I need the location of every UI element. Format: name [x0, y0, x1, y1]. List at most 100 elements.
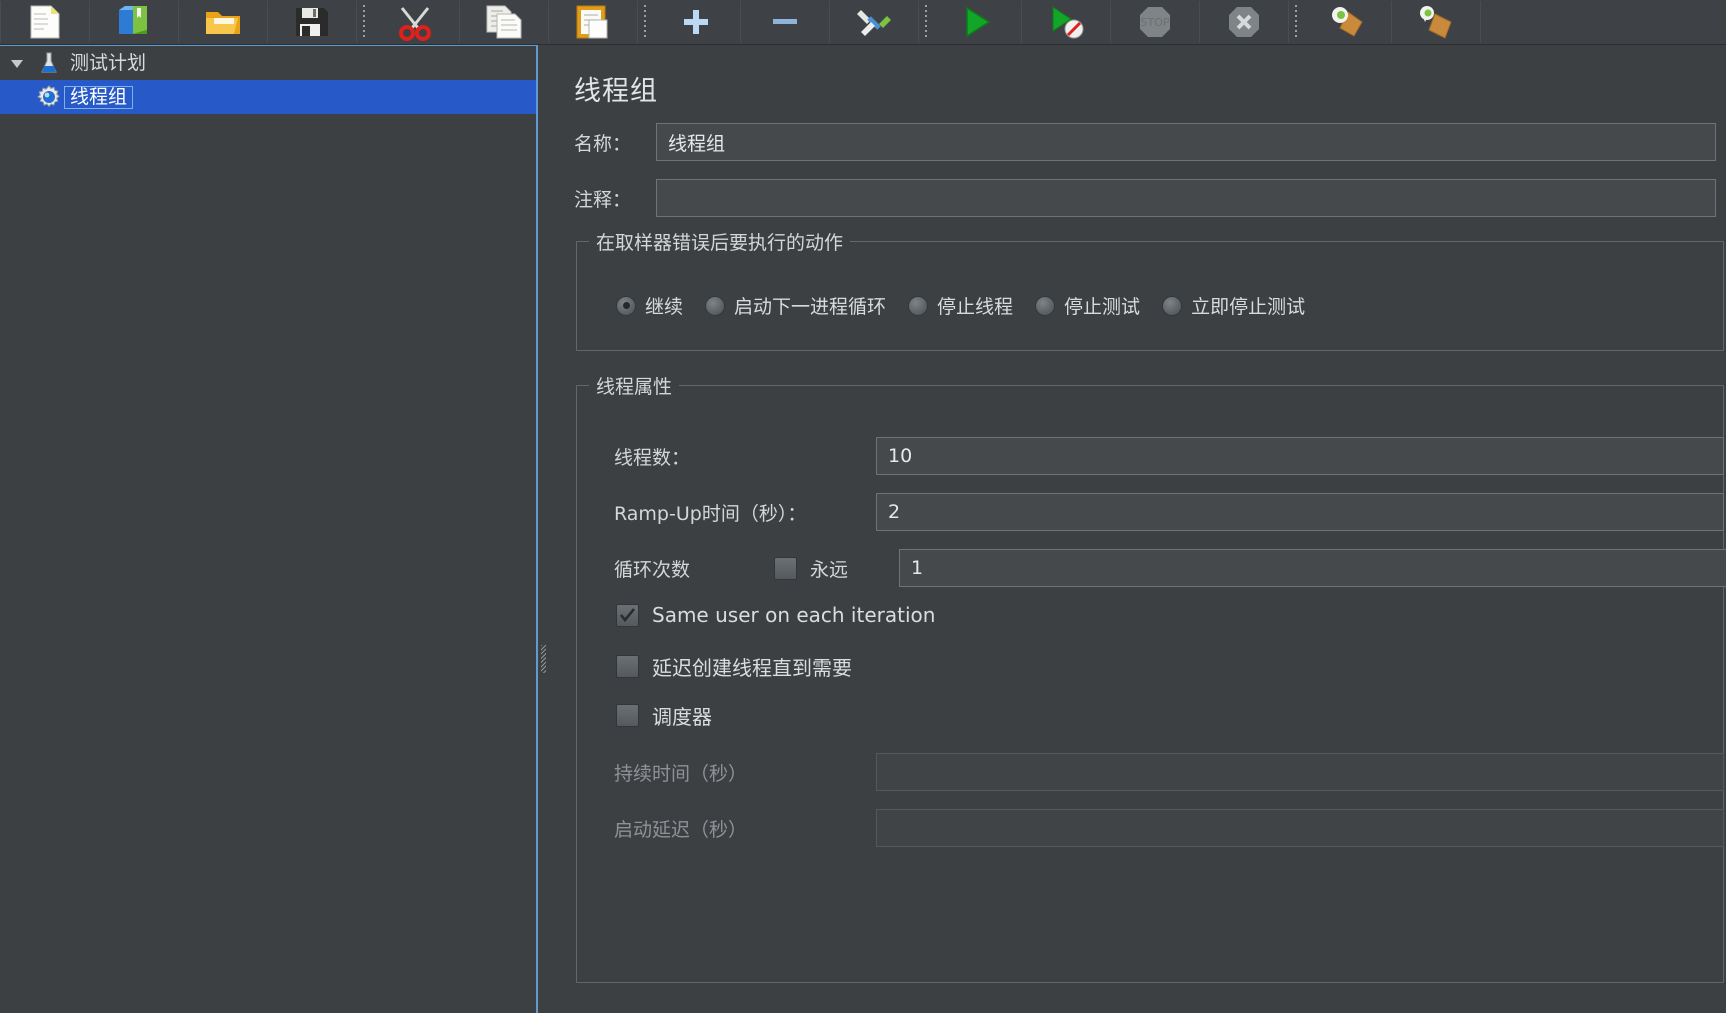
start-button[interactable]	[933, 1, 1022, 43]
thread-group-config-panel: 线程组 名称： 线程组 注释： 在取样器错误后要执行的动作 继续 启动下一进程循…	[548, 45, 1726, 1012]
radio-label: 停止线程	[937, 296, 1014, 318]
tree-node-label: 测试计划	[70, 51, 147, 74]
svg-text:STOP: STOP	[1141, 16, 1170, 29]
radio-dot-icon	[1162, 295, 1183, 316]
clear-all-brush-icon	[1413, 2, 1459, 42]
loop-count-label: 循环次数	[614, 558, 691, 581]
tree-node-thread-group[interactable]: 线程组	[0, 80, 536, 114]
new-test-plan-button[interactable]	[0, 1, 90, 43]
radio-stop-test[interactable]: 停止测试	[1035, 292, 1140, 319]
forever-label: 永远	[810, 558, 849, 581]
threads-label: 线程数：	[614, 446, 691, 469]
cut-button[interactable]	[371, 1, 460, 43]
open-button[interactable]	[179, 1, 268, 43]
toolbar-separator-4	[1289, 1, 1303, 43]
radio-dot-icon	[616, 295, 636, 316]
delayed-start-label: 延迟创建线程直到需要	[652, 656, 852, 680]
new-document-icon	[22, 2, 68, 42]
test-plan-tree[interactable]: 测试计划 线程组	[0, 45, 538, 1013]
paste-button[interactable]	[549, 1, 638, 43]
radio-dot-icon	[705, 295, 726, 316]
same-user-row[interactable]: Same user on each iteration	[616, 603, 935, 627]
startup-delay-input	[876, 809, 1724, 847]
thread-properties-title: 线程属性	[589, 372, 680, 399]
expand-collapse-triangle-icon[interactable]	[0, 54, 34, 72]
clear-button[interactable]	[1303, 1, 1392, 43]
plus-icon	[673, 2, 719, 42]
clear-brush-icon	[1324, 2, 1370, 42]
scheduler-checkbox[interactable]	[616, 704, 639, 727]
shutdown-button	[1200, 1, 1289, 43]
radio-label: 继续	[645, 296, 684, 318]
start-play-icon	[954, 2, 1000, 42]
page-title: 线程组	[574, 76, 658, 107]
radio-dot-icon	[1035, 295, 1056, 316]
loop-count-input[interactable]: 1	[899, 549, 1726, 587]
toggle-pin-icon	[851, 2, 897, 42]
tree-node-label: 线程组	[64, 85, 134, 109]
toggle-button[interactable]	[830, 1, 919, 43]
test-plan-flask-icon	[34, 51, 64, 75]
toolbar-separator-2	[638, 1, 652, 43]
tree-node-test-plan[interactable]: 测试计划	[0, 46, 536, 80]
comment-row: 注释：	[574, 179, 1724, 217]
scheduler-label: 调度器	[652, 705, 712, 729]
copy-button[interactable]	[460, 1, 549, 43]
toolbar-separator-1	[357, 1, 371, 43]
paste-icon	[570, 2, 616, 42]
radio-stop-thread[interactable]: 停止线程	[908, 292, 1013, 319]
splitter-grip-icon[interactable]	[541, 645, 546, 673]
same-user-label: Same user on each iteration	[652, 603, 936, 627]
radio-label: 立即停止测试	[1191, 296, 1306, 318]
toolbar-separator-3	[919, 1, 933, 43]
shutdown-x-icon	[1221, 2, 1267, 42]
comment-input[interactable]	[656, 179, 1716, 217]
save-button[interactable]	[268, 1, 357, 43]
sampler-error-action-radios: 继续 启动下一进程循环 停止线程 停止测试 立即停止测试	[616, 292, 1327, 319]
forever-checkbox[interactable]	[774, 556, 797, 580]
rampup-row: Ramp-Up时间（秒）： 2	[614, 493, 1724, 531]
startup-delay-label: 启动延迟（秒）	[614, 818, 748, 841]
delayed-start-checkbox[interactable]	[616, 655, 639, 678]
thread-group-gear-icon	[34, 85, 64, 109]
duration-label: 持续时间（秒）	[614, 762, 748, 785]
start-no-pauses-icon	[1043, 2, 1089, 42]
threads-input[interactable]: 10	[876, 437, 1724, 475]
loop-count-row: 循环次数 永远 1	[614, 549, 1726, 587]
rampup-input[interactable]: 2	[876, 493, 1724, 531]
radio-stop-test-now[interactable]: 立即停止测试	[1162, 292, 1305, 319]
scheduler-row[interactable]: 调度器	[616, 701, 712, 730]
radio-continue[interactable]: 继续	[616, 292, 683, 319]
startup-delay-row: 启动延迟（秒）	[614, 809, 1724, 847]
radio-start-next-loop[interactable]: 启动下一进程循环	[705, 292, 886, 319]
radio-label: 停止测试	[1064, 296, 1141, 318]
duration-input	[876, 753, 1724, 791]
panel-splitter[interactable]	[538, 45, 548, 1012]
sampler-error-action-title: 在取样器错误后要执行的动作	[589, 228, 851, 255]
save-floppy-icon	[289, 2, 335, 42]
minus-icon	[762, 2, 808, 42]
threads-row: 线程数： 10	[614, 437, 1724, 475]
copy-icon	[481, 2, 527, 42]
collapse-all-button[interactable]	[741, 1, 830, 43]
jmeter-window: STOP 测试计划 线程组 线程组 名称： 线程组 注释： 在取样器错误后要执行…	[0, 0, 1726, 1013]
clear-all-button[interactable]	[1392, 1, 1481, 43]
rampup-label: Ramp-Up时间（秒）：	[614, 502, 807, 525]
expand-all-button[interactable]	[652, 1, 741, 43]
same-user-checkbox[interactable]	[616, 603, 639, 627]
comment-label: 注释：	[574, 188, 632, 211]
stop-octagon-icon: STOP	[1132, 2, 1178, 42]
delayed-start-row[interactable]: 延迟创建线程直到需要	[616, 652, 852, 681]
stop-button: STOP	[1111, 1, 1200, 43]
open-folder-icon	[200, 2, 246, 42]
radio-label: 启动下一进程循环	[734, 296, 887, 318]
templates-button[interactable]	[90, 1, 179, 43]
radio-dot-icon	[908, 295, 929, 316]
main-toolbar: STOP	[0, 0, 1726, 45]
name-row: 名称： 线程组	[574, 123, 1724, 161]
scissors-icon	[392, 2, 438, 42]
start-no-pauses-button[interactable]	[1022, 1, 1111, 43]
name-label: 名称：	[574, 132, 632, 155]
templates-box-icon	[111, 2, 157, 42]
name-input[interactable]: 线程组	[656, 123, 1716, 161]
